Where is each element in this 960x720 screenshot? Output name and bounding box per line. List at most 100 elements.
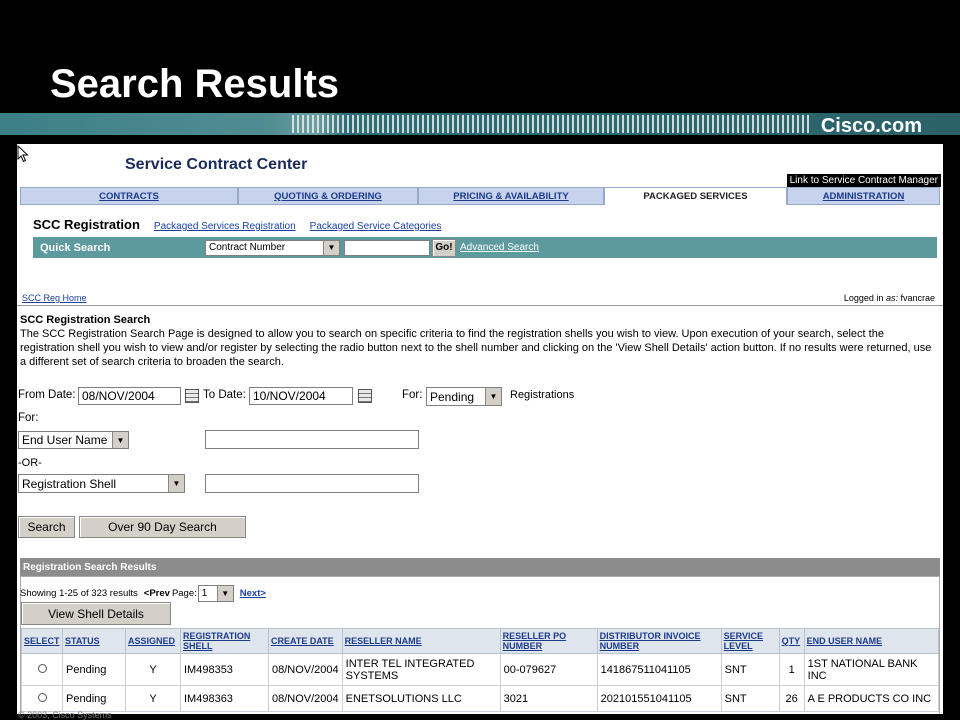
service-contract-manager-link[interactable]: Link to Service Contract Manager <box>786 174 941 187</box>
search-field-1-input[interactable] <box>205 430 419 449</box>
select-radio[interactable] <box>37 663 47 673</box>
over-90-day-search-button[interactable]: Over 90 Day Search <box>79 516 246 538</box>
chevron-down-icon[interactable]: ▼ <box>485 388 501 405</box>
calendar-icon[interactable] <box>358 389 372 403</box>
to-date-input[interactable]: 10/NOV/2004 <box>249 387 353 405</box>
tab-quoting-ordering[interactable]: QUOTING & ORDERING <box>238 187 418 205</box>
level-cell: SNT <box>720 685 780 712</box>
results-count: Showing 1-25 of 323 results <box>20 588 138 599</box>
band-stripes <box>292 115 812 133</box>
for-label: For: <box>402 389 423 401</box>
table-header-row: SELECT STATUS ASSIGNED REGISTRATION SHEL… <box>21 628 940 654</box>
shell-cell: IM498363 <box>180 685 269 712</box>
logged-in-prefix: Logged in <box>843 293 884 303</box>
enduser-cell: A E PRODUCTS CO INC <box>803 685 940 712</box>
date-cell: 08/NOV/2004 <box>268 653 343 686</box>
search-field-2-select[interactable]: Registration Shell ▼ <box>18 474 185 493</box>
chevron-down-icon[interactable]: ▼ <box>112 432 128 448</box>
go-button[interactable]: Go! <box>432 238 456 257</box>
column-header[interactable]: STATUS <box>62 628 126 654</box>
invoice-cell: 202101551041105 <box>596 685 722 712</box>
assigned-cell: Y <box>125 653 181 686</box>
main-tabs: CONTRACTS QUOTING & ORDERING PRICING & A… <box>20 187 940 205</box>
screenshot-pane: Service Contract Center Link to Service … <box>17 144 943 714</box>
qty-cell: 26 <box>778 685 805 712</box>
chevron-down-icon[interactable]: ▼ <box>216 586 233 601</box>
page-select[interactable]: 1 ▼ <box>197 585 234 602</box>
date-cell: 08/NOV/2004 <box>268 685 343 712</box>
quick-search-type-select[interactable]: Contract Number ▼ <box>205 239 340 256</box>
shell-cell: IM498353 <box>180 653 269 686</box>
results-table: SELECT STATUS ASSIGNED REGISTRATION SHEL… <box>21 628 940 712</box>
column-header[interactable]: RESELLER PO NUMBER <box>499 628 598 654</box>
divider <box>17 305 943 306</box>
sub-navigation: SCC Registration Packaged Services Regis… <box>33 217 441 232</box>
search-button[interactable]: Search <box>18 516 75 538</box>
status-cell: Pending <box>62 653 126 686</box>
logged-in-as: as: <box>885 293 898 303</box>
quick-search-label: Quick Search <box>40 241 111 254</box>
column-header[interactable]: REGISTRATION SHELL <box>180 628 269 654</box>
results-header: Registration Search Results <box>20 558 940 576</box>
column-header[interactable]: ASSIGNED <box>125 628 181 654</box>
advanced-search-link[interactable]: Advanced Search <box>460 242 539 253</box>
from-date-label: From Date: <box>18 389 76 401</box>
reseller-cell: ENETSOLUTIONS LLC <box>341 685 501 712</box>
column-header[interactable]: SELECT <box>21 628 63 654</box>
registrations-label: Registrations <box>510 389 575 401</box>
prev-link[interactable]: <Prev <box>144 588 170 599</box>
packaged-service-categories-link[interactable]: Packaged Service Categories <box>310 221 442 232</box>
table-row: Pending Y IM498363 08/NOV/2004 ENETSOLUT… <box>21 685 940 712</box>
tab-packaged-services[interactable]: PACKAGED SERVICES <box>604 187 787 205</box>
slide-footer: © 2003, Cisco Systems <box>18 710 112 720</box>
next-link[interactable]: Next> <box>240 588 266 599</box>
chevron-down-icon[interactable]: ▼ <box>323 240 339 255</box>
select-cell <box>21 653 63 686</box>
search-field-2-value: Registration Shell <box>22 476 117 491</box>
column-header[interactable]: END USER NAME <box>803 628 940 654</box>
logged-in-status: Logged in as: fvancrae <box>844 293 935 303</box>
quick-search-input[interactable] <box>344 239 430 256</box>
section-title: SCC Registration <box>33 217 140 232</box>
page-value: 1 <box>201 588 208 599</box>
column-header[interactable]: DISTRIBUTOR INVOICE NUMBER <box>596 628 722 654</box>
tab-administration[interactable]: ADMINISTRATION <box>787 187 940 205</box>
table-row: Pending Y IM498353 08/NOV/2004 INTER TEL… <box>21 653 940 686</box>
calendar-icon[interactable] <box>185 389 199 403</box>
slide-header-band <box>0 113 960 135</box>
packaged-services-registration-link[interactable]: Packaged Services Registration <box>154 221 296 232</box>
scc-reg-home-link[interactable]: SCC Reg Home <box>22 293 87 303</box>
search-field-2-input[interactable] <box>205 474 419 493</box>
status-value: Pending <box>430 389 475 404</box>
column-header[interactable]: CREATE DATE <box>268 628 343 654</box>
view-shell-details-button[interactable]: View Shell Details <box>21 602 171 625</box>
mouse-cursor-icon <box>17 145 29 163</box>
page-heading: SCC Registration Search <box>20 314 151 326</box>
quick-search-bar: Quick Search Contract Number ▼ Go! Advan… <box>33 237 937 258</box>
column-header[interactable]: RESELLER NAME <box>341 628 501 654</box>
from-date-input[interactable]: 08/NOV/2004 <box>78 387 181 405</box>
po-cell: 00-079627 <box>499 653 598 686</box>
chevron-down-icon[interactable]: ▼ <box>168 475 184 492</box>
column-header[interactable]: SERVICE LEVEL <box>720 628 780 654</box>
tab-contracts[interactable]: CONTRACTS <box>20 187 238 205</box>
reseller-cell: INTER TEL INTEGRATED SYSTEMS <box>341 653 501 686</box>
select-radio[interactable] <box>37 692 47 702</box>
logged-in-user: fvancrae <box>900 293 935 303</box>
status-select[interactable]: Pending ▼ <box>426 387 502 406</box>
page-description: The SCC Registration Search Page is desi… <box>20 328 932 368</box>
search-field-1-select[interactable]: End User Name ▼ <box>18 431 129 449</box>
tab-pricing-availability[interactable]: PRICING & AVAILABILITY <box>418 187 604 205</box>
assigned-cell: Y <box>125 685 181 712</box>
select-cell <box>21 685 63 712</box>
slide-title: Search Results <box>50 62 340 106</box>
column-header[interactable]: QTY <box>778 628 805 654</box>
or-label: -OR- <box>18 457 42 469</box>
to-date-label: To Date: <box>203 389 246 401</box>
status-cell: Pending <box>62 685 126 712</box>
for-label-2: For: <box>18 412 39 424</box>
pagination: Showing 1-25 of 323 results <Prev Page: … <box>20 585 266 602</box>
cisco-logo: Cisco.com <box>820 115 922 137</box>
qty-cell: 1 <box>778 653 805 686</box>
invoice-cell: 141867511041105 <box>596 653 722 686</box>
